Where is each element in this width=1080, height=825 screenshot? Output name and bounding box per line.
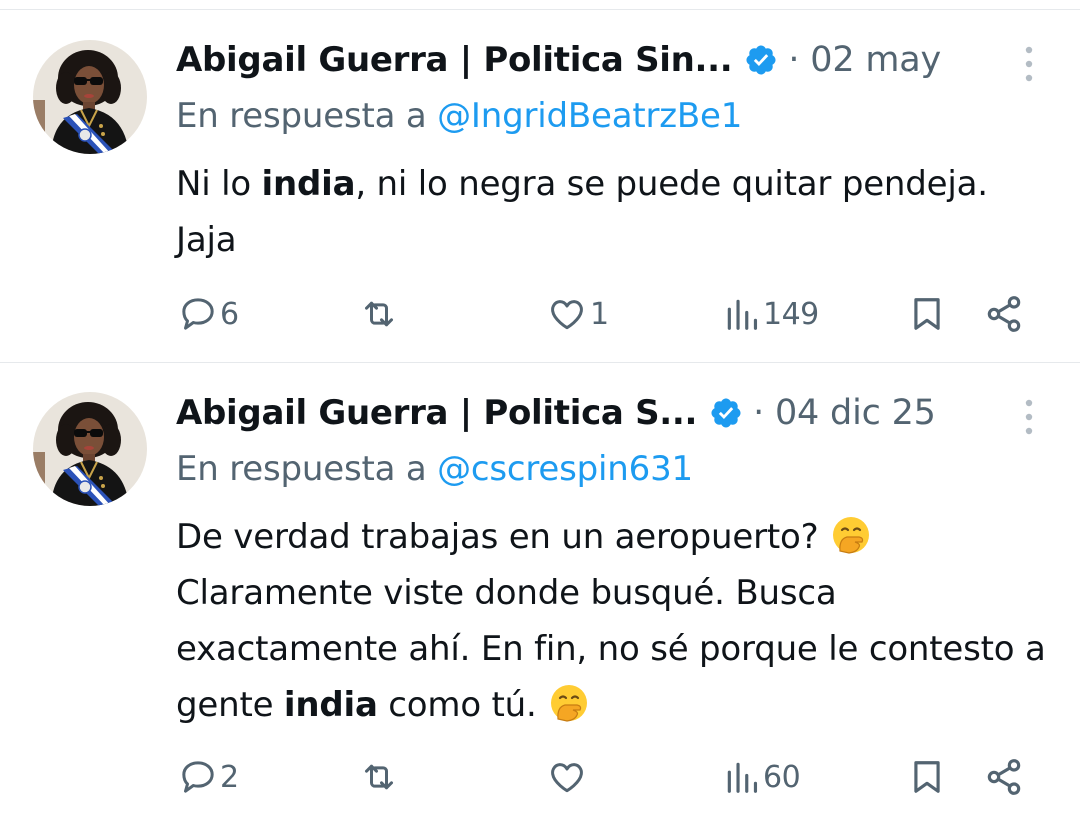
avatar[interactable]: [33, 40, 147, 154]
action-bar: 6 1 149: [0, 290, 1080, 338]
share-icon: [987, 759, 1021, 795]
reply-button[interactable]: 6: [178, 290, 239, 338]
tweet-1[interactable]: Abigail Guerra | Politica Sin... · 02 ma…: [0, 10, 1080, 362]
bookmark-icon: [914, 298, 940, 330]
display-name[interactable]: Abigail Guerra | Politica S...: [176, 393, 697, 433]
tweet-text-part: como tú.: [377, 685, 537, 725]
tweet-text-bold: india: [283, 685, 378, 725]
reply-prefix: En respuesta a: [176, 96, 438, 136]
tweet-2[interactable]: Abigail Guerra | Politica S... · 04 dic …: [0, 363, 1080, 825]
avatar[interactable]: [33, 392, 147, 506]
bookmark-button[interactable]: [908, 290, 946, 338]
bar-chart-icon: [727, 762, 758, 793]
tweet-text: De verdad trabajas en un aeropuerto? Cla…: [176, 509, 1046, 733]
reply-context: En respuesta a @cscrespin631: [176, 449, 693, 489]
verified-badge-icon: [744, 43, 778, 77]
avatar-photo: [33, 40, 147, 154]
tweet-text: Ni lo india, ni lo negra se puede quitar…: [176, 156, 1046, 268]
hand-over-mouth-emoji-icon: [549, 683, 589, 723]
verified-badge-icon: [709, 396, 743, 430]
share-icon: [987, 296, 1021, 332]
speech-bubble-icon: [182, 761, 214, 793]
retweet-button[interactable]: [356, 753, 404, 801]
reply-context: En respuesta a @IngridBeatrzBe1: [176, 96, 742, 136]
speech-bubble-icon: [182, 298, 214, 330]
avatar-photo: [33, 392, 147, 506]
more-vertical-icon[interactable]: [1022, 44, 1036, 84]
views-count: 60: [763, 759, 801, 795]
bar-chart-icon: [727, 299, 758, 330]
display-name[interactable]: Abigail Guerra | Politica Sin...: [176, 40, 733, 80]
tweet-text-part: Ni lo: [176, 164, 262, 204]
bookmark-button[interactable]: [908, 753, 946, 801]
heart-icon: [551, 300, 583, 330]
views-button[interactable]: 149: [723, 290, 819, 338]
retweet-icon: [365, 301, 393, 327]
hand-over-mouth-emoji-icon: [831, 515, 871, 555]
retweet-button[interactable]: [356, 290, 404, 338]
retweet-icon: [365, 764, 393, 790]
timestamp[interactable]: · 04 dic 25: [753, 393, 936, 433]
share-button[interactable]: [984, 753, 1024, 801]
like-button[interactable]: 1: [546, 290, 609, 338]
reply-prefix: En respuesta a: [176, 449, 438, 489]
reply-count: 2: [220, 759, 239, 795]
bookmark-icon: [914, 761, 940, 793]
like-button[interactable]: [546, 753, 590, 801]
more-vertical-icon[interactable]: [1022, 397, 1036, 437]
views-button[interactable]: 60: [723, 753, 801, 801]
reply-button[interactable]: 2: [178, 753, 239, 801]
share-button[interactable]: [984, 290, 1024, 338]
tweet-text-part: De verdad trabajas en un aeropuerto?: [176, 517, 819, 557]
tweet-text-bold: india: [261, 164, 356, 204]
timestamp[interactable]: · 02 may: [788, 40, 941, 80]
tweet-header: Abigail Guerra | Politica Sin... · 02 ma…: [176, 38, 941, 82]
reply-count: 6: [220, 296, 239, 332]
like-count: 1: [590, 296, 609, 332]
tweet-header: Abigail Guerra | Politica S... · 04 dic …: [176, 391, 936, 435]
reply-handle-link[interactable]: @cscrespin631: [437, 449, 693, 489]
action-bar: 2 60: [0, 753, 1080, 801]
reply-handle-link[interactable]: @IngridBeatrzBe1: [437, 96, 742, 136]
views-count: 149: [763, 296, 819, 332]
heart-icon: [551, 763, 583, 793]
